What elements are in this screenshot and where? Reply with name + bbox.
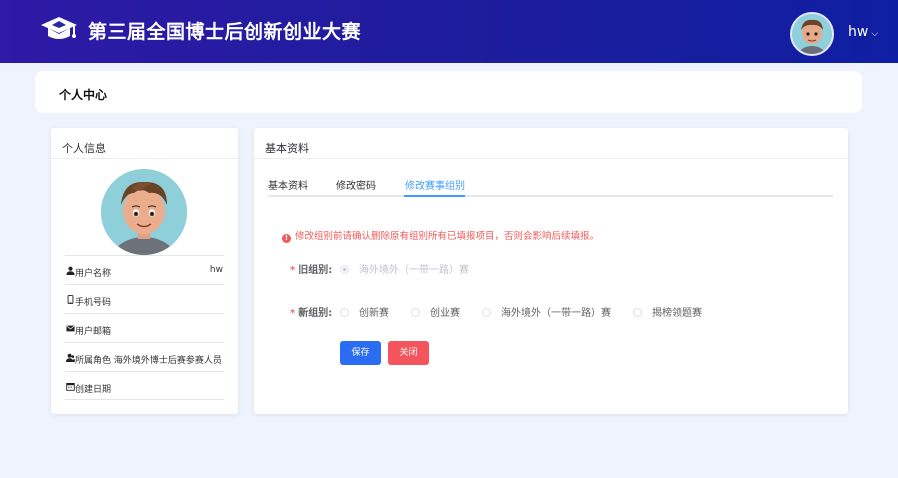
info-label-role-text: 所属角色: [75, 356, 112, 366]
radio-challenge[interactable]: 揭榜领题赛: [633, 304, 702, 319]
user-avatar[interactable]: [790, 12, 834, 56]
info-value-username: hw: [209, 265, 223, 275]
warning-icon: !: [282, 234, 291, 243]
save-button[interactable]: 保存: [340, 341, 381, 365]
new-group-label-text: 新组别:: [298, 308, 333, 319]
phone-icon: [67, 295, 74, 304]
info-value-role: 海外境外博士后赛参赛人员: [113, 356, 222, 366]
user-icon: [66, 266, 75, 275]
role-icon: [66, 353, 75, 362]
info-label-role: 所属角色 海外境外博士后赛参赛人员: [75, 353, 222, 366]
basic-info-card-title: 基本资料: [265, 142, 309, 155]
basic-info-card: 基本资料 基本资料 修改密码 修改赛事组别 ! 修改组别前请确认删除原有组别所有已…: [254, 128, 848, 414]
info-row-created-date: 创建日期: [65, 371, 224, 400]
profile-card-title: 个人信息: [62, 142, 106, 155]
info-row-role: 所属角色 海外境外博士后赛参赛人员: [65, 342, 224, 371]
info-row-email: 用户邮箱: [65, 313, 224, 342]
profile-card: 个人信息 用户名称 hw 手机号码 用户邮箱 所属角色 海外境外博士后赛参赛人员…: [51, 128, 238, 414]
username-label: hw: [848, 24, 869, 40]
info-row-phone: 手机号码: [65, 284, 224, 313]
info-label-username: 用户名称: [75, 269, 112, 279]
chevron-down-icon: ⌵: [871, 29, 879, 39]
info-row-username: 用户名称 hw: [65, 255, 224, 284]
breadcrumb-card: 个人中心: [35, 71, 862, 113]
info-label-phone: 手机号码: [75, 298, 112, 308]
tab-change-password[interactable]: 修改密码: [336, 177, 376, 192]
page-title: 个人中心: [59, 88, 108, 102]
radio-entrepreneurship[interactable]: 创业赛: [411, 304, 460, 319]
info-label-email: 用户邮箱: [75, 327, 112, 337]
profile-avatar[interactable]: [101, 169, 187, 255]
site-title: 第三届全国博士后创新创业大赛: [88, 21, 362, 43]
radio-innovation[interactable]: 创新赛: [340, 304, 389, 319]
old-group-radio: 海外境外（一带一路）赛: [340, 261, 469, 276]
profile-card-header: 个人信息: [51, 128, 238, 159]
close-button[interactable]: 关闭: [388, 341, 429, 365]
required-mark: *: [290, 308, 296, 319]
tab-change-group[interactable]: 修改赛事组别: [405, 177, 465, 192]
radio-label: 揭榜领题赛: [652, 308, 702, 319]
required-mark: *: [290, 265, 296, 276]
radio-overseas[interactable]: 海外境外（一带一路）赛: [482, 304, 611, 319]
top-header-bar: 第三届全国博士后创新创业大赛 hw ⌵: [0, 0, 898, 63]
new-group-label: * 新组别:: [290, 304, 332, 319]
radio-circle-icon: [482, 308, 491, 317]
basic-info-card-header: 基本资料: [254, 128, 848, 159]
old-group-option-label: 海外境外（一带一路）赛: [359, 265, 469, 276]
warning-text: 修改组别前请确认删除原有组别所有已填报项目，否则会影响后续填报。: [295, 231, 600, 242]
avatar-image-icon: [792, 14, 832, 54]
active-tab-indicator: [404, 195, 465, 197]
graduation-cap-logo-icon: [41, 17, 77, 39]
calendar-icon: [66, 382, 75, 391]
radio-circle-icon: [633, 308, 642, 317]
old-group-label: * 旧组别:: [290, 261, 332, 276]
radio-label: 创业赛: [430, 308, 460, 319]
radio-circle-icon: [411, 308, 420, 317]
tab-bar: 基本资料 修改密码 修改赛事组别: [268, 166, 833, 197]
radio-label: 海外境外（一带一路）赛: [501, 308, 611, 319]
radio-label: 创新赛: [359, 308, 389, 319]
radio-circle-icon: [340, 265, 349, 274]
tab-basic-info[interactable]: 基本资料: [268, 177, 308, 192]
mail-icon: [66, 325, 75, 332]
radio-circle-icon: [340, 308, 349, 317]
info-label-created-date: 创建日期: [75, 385, 112, 395]
old-group-label-text: 旧组别:: [298, 265, 333, 276]
warning-message: ! 修改组别前请确认删除原有组别所有已填报项目，否则会影响后续填报。: [282, 228, 599, 243]
profile-avatar-image-icon: [101, 169, 187, 255]
username-dropdown[interactable]: hw ⌵: [848, 24, 878, 40]
